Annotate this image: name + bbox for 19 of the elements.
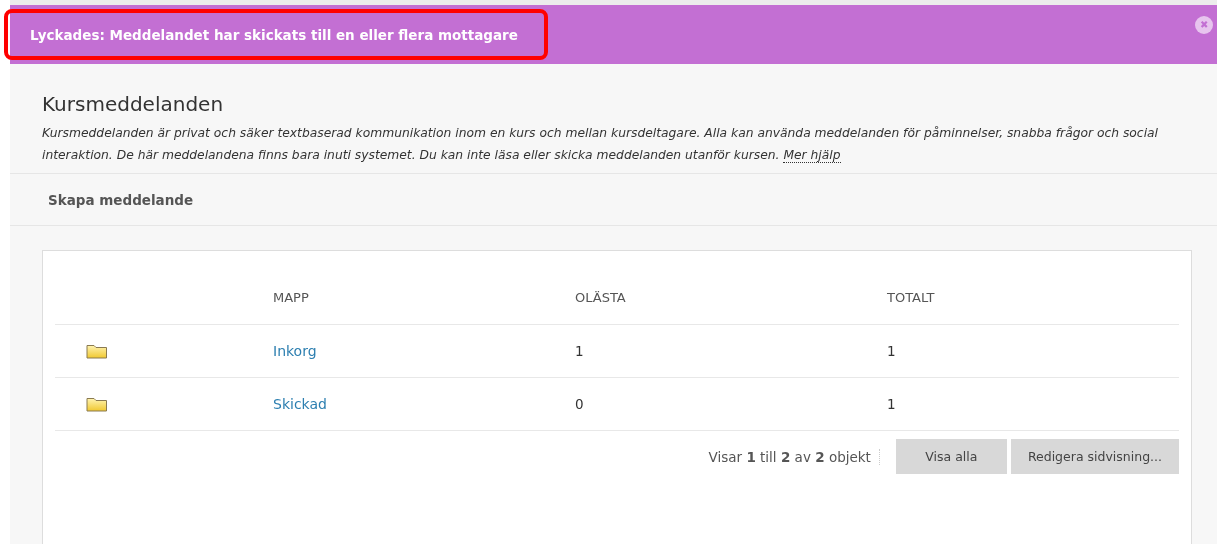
folder-icon <box>86 396 108 412</box>
page-title: Kursmeddelanden <box>42 92 225 116</box>
folder-link[interactable]: Inkorg <box>273 343 575 359</box>
help-link[interactable]: Mer hjälp <box>783 148 841 163</box>
unread-count: 1 <box>575 343 585 359</box>
column-header: MAPP <box>273 290 310 305</box>
pagination-button[interactable]: Visa alla <box>895 439 1007 474</box>
create-message-button[interactable]: Skapa meddelande <box>48 191 194 208</box>
unread-count: 0 <box>575 396 585 412</box>
total-count: 1 <box>887 396 897 412</box>
pagination-summary: Visar 1 till 2 av 2 objekt <box>708 448 880 465</box>
column-header: OLÄSTA <box>575 290 627 305</box>
folder-link[interactable]: Skickad <box>273 396 575 412</box>
total-count: 1 <box>887 343 897 359</box>
success-message: Lyckades: Meddelandet har skickats till en eller flera mottagare <box>30 26 518 43</box>
column-header: TOTALT <box>887 290 936 305</box>
pagination-button[interactable]: Redigera sidvisning... <box>1010 439 1179 474</box>
folder-icon <box>86 343 108 359</box>
page-description: Kursmeddelanden är privat och säker textbaserad kommunikation inom en kurs och mellan kursdeltagare. Alla kan använda meddelanden för påminnelser, snabba frågor och social interaktion. De här meddelandena finns bara inuti systemet. Du kan inte läsa eller skicka meddelanden utanför kursen. Mer hjälp <box>42 125 1159 165</box>
